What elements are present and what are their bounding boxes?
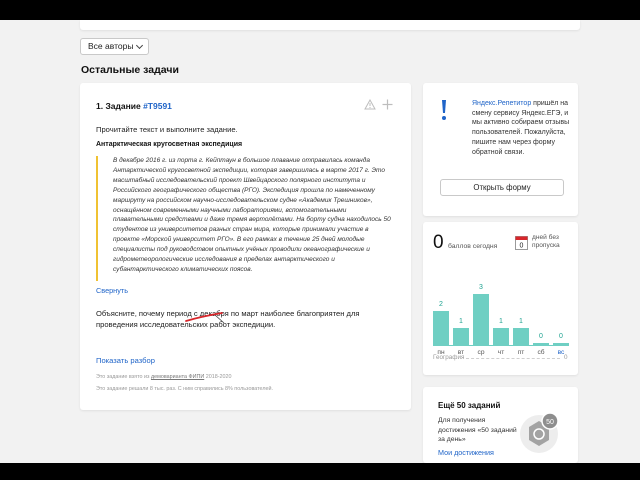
achievement-title: Ещё 50 заданий — [438, 401, 501, 410]
chart-day-label: пт — [517, 349, 525, 356]
task-id-link[interactable]: #T9591 — [143, 101, 172, 111]
achievements-card: Ещё 50 заданий Для получения достижения … — [423, 387, 578, 463]
task-actions — [364, 99, 393, 110]
chart-day-label: сб — [537, 349, 545, 356]
chart-bar-1 — [453, 328, 469, 345]
letterbox-bottom — [0, 463, 640, 480]
task-card: 1. Задание #T9591 Прочитайте текст и вып… — [80, 83, 411, 410]
chart-bar-2 — [473, 294, 489, 345]
achievement-medal-icon: 50 — [520, 412, 559, 453]
subject-value: 0 — [564, 354, 568, 361]
feedback-body: пришёл на смену сервису Яндекс.ЕГЭ, и мы… — [472, 100, 570, 156]
weekly-bar-chart: 2 пн 1 вт 3 ср 1 чт 1 пт 0 сб 0 вс — [423, 222, 578, 375]
solved-stats-note: Это задание решали 8 тыс. раз. С ним спр… — [96, 386, 274, 392]
chart-day-label: ср — [477, 349, 485, 356]
task-question: Объясните, почему период с декабря по ма… — [96, 309, 360, 329]
feedback-card: Яндекс.Репетитор пришёл на смену сервису… — [423, 83, 578, 216]
chart-bar-value: 1 — [499, 318, 503, 325]
chart-bar-value: 1 — [459, 318, 463, 325]
task-number-prefix: 1. Задание — [96, 101, 144, 111]
chart-bar-0 — [433, 311, 449, 345]
section-title: Остальные задачи — [81, 64, 179, 76]
chart-day-label: чт — [497, 349, 505, 356]
show-solution-link[interactable]: Показать разбор — [96, 356, 155, 365]
feedback-message: Яндекс.Репетитор пришёл на смену сервису… — [472, 99, 572, 157]
chart-bar-value: 1 — [519, 318, 523, 325]
red-pen-annotation — [185, 312, 225, 324]
source-note: Это задание взято из демоварианта ФИПИ 2… — [96, 374, 232, 380]
chart-bar-3 — [493, 328, 509, 345]
report-warning-icon[interactable] — [364, 99, 376, 110]
open-form-button[interactable]: Открыть форму — [440, 179, 564, 196]
letterbox-top — [0, 0, 640, 20]
chart-bar-4 — [513, 328, 529, 345]
chevron-down-icon — [136, 41, 144, 49]
collapse-text-link[interactable]: Свернуть — [96, 286, 128, 295]
stats-card: 0 баллов сегодня 0 дней без пропуска 2 пн… — [423, 222, 578, 375]
chart-bar-value: 0 — [559, 333, 563, 340]
achievement-badge-count: 50 — [546, 419, 554, 426]
chart-bar-value: 0 — [539, 333, 543, 340]
subject-progress-line — [466, 358, 560, 359]
previous-card-edge — [80, 20, 580, 30]
source-suffix: 2018-2020 — [204, 374, 232, 380]
chart-bar-value: 3 — [479, 284, 483, 291]
task-text-quote: В декабре 2016 г. из порта г. Кейптаун в… — [96, 156, 396, 281]
achievement-description: Для получения достижения «50 заданий за … — [438, 417, 517, 444]
my-achievements-link[interactable]: Мои достижения — [438, 448, 494, 457]
text-title: Антарктическая кругосветная экспедиция — [96, 141, 243, 148]
task-instruction: Прочитайте текст и выполните задание. — [96, 125, 238, 134]
page: Все авторы Остальные задачи 1. Задание #… — [0, 20, 640, 463]
subject-label: География — [433, 354, 465, 361]
authors-filter-dropdown[interactable]: Все авторы — [80, 38, 150, 55]
authors-filter-label: Все авторы — [88, 41, 134, 51]
add-task-icon[interactable] — [382, 99, 393, 110]
chart-bar-value: 2 — [439, 301, 443, 308]
chart-baseline — [433, 345, 569, 346]
source-link[interactable]: демоварианта ФИПИ — [151, 374, 204, 380]
task-header: 1. Задание #T9591 — [96, 101, 172, 111]
source-prefix: Это задание взято из — [96, 374, 151, 380]
exclamation-icon — [442, 100, 446, 120]
tutor-service-link[interactable]: Яндекс.Репетитор — [472, 100, 531, 107]
